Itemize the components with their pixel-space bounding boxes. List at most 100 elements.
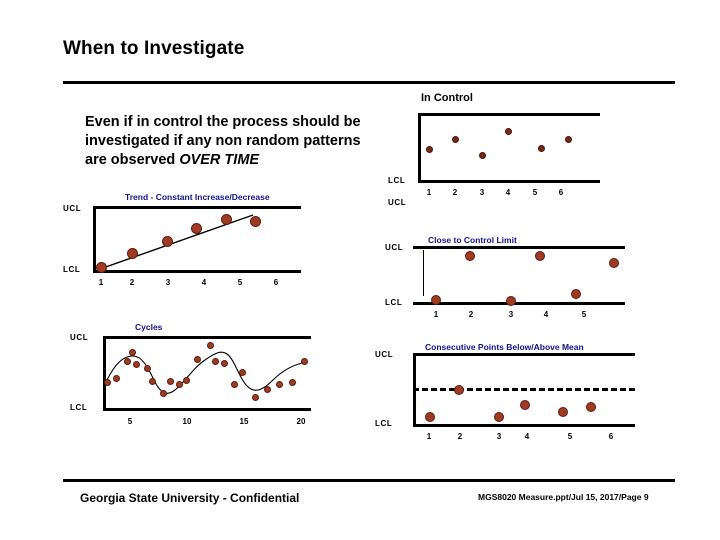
- ucl-line: [413, 246, 625, 249]
- x-tick: 1: [426, 432, 432, 441]
- data-point: [96, 262, 107, 273]
- data-point: [127, 248, 138, 259]
- data-point: [129, 349, 136, 356]
- lcl-line: [413, 302, 625, 305]
- x-tick: 1: [98, 278, 104, 287]
- data-point: [221, 214, 232, 225]
- data-point: [207, 342, 214, 349]
- data-point: [162, 236, 173, 247]
- x-tick: 2: [129, 278, 135, 287]
- page-title: When to Investigate: [63, 38, 245, 59]
- ucl-label: UCL: [388, 198, 407, 207]
- title-divider: [63, 81, 675, 84]
- ucl-label: UCL: [375, 350, 394, 359]
- data-point: [183, 377, 190, 384]
- data-point: [264, 386, 271, 393]
- data-point: [301, 358, 308, 365]
- data-point: [149, 378, 156, 385]
- x-tick: 3: [508, 310, 514, 319]
- x-tick: 5: [127, 417, 133, 426]
- x-tick: 3: [165, 278, 171, 287]
- x-tick: 4: [524, 432, 530, 441]
- data-point: [231, 381, 238, 388]
- x-tick: 5: [581, 310, 587, 319]
- slide: When to Investigate Even if in control t…: [0, 0, 720, 540]
- data-point: [565, 136, 572, 143]
- data-point: [191, 223, 202, 234]
- chart-trend: Trend - Constant Increase/Decrease UCL L…: [63, 192, 313, 297]
- data-point: [167, 378, 174, 385]
- data-point: [558, 407, 568, 417]
- data-point: [506, 296, 516, 306]
- x-tick: 15: [239, 417, 249, 426]
- y-axis: [418, 113, 421, 183]
- ucl-line: [418, 113, 600, 116]
- data-point: [494, 412, 504, 422]
- lcl-line: [418, 180, 600, 183]
- chart-consecutive-points: Consecutive Points Below/Above Mean UCL …: [375, 338, 640, 446]
- data-point: [609, 258, 619, 268]
- data-point: [426, 146, 433, 153]
- x-tick: 4: [543, 310, 549, 319]
- x-tick: 3: [479, 188, 485, 197]
- data-point: [194, 356, 201, 363]
- footer-left-text: Georgia State University - Confidential: [80, 491, 300, 505]
- lcl-line: [413, 424, 635, 427]
- data-point: [465, 251, 475, 261]
- x-tick: 10: [182, 417, 192, 426]
- data-point: [160, 390, 167, 397]
- data-point: [252, 394, 259, 401]
- body-text-emphasis: OVER TIME: [179, 152, 260, 168]
- footer-divider: [63, 479, 675, 482]
- data-point: [425, 412, 435, 422]
- data-point: [431, 295, 441, 305]
- x-tick: 1: [426, 188, 432, 197]
- lcl-label: LCL: [388, 176, 406, 185]
- data-point: [113, 375, 120, 382]
- data-point: [133, 361, 140, 368]
- data-point: [520, 400, 530, 410]
- x-tick: 2: [457, 432, 463, 441]
- x-tick: 5: [567, 432, 573, 441]
- x-tick: 20: [296, 417, 306, 426]
- data-point: [454, 385, 464, 395]
- data-point: [124, 358, 131, 365]
- data-point: [538, 145, 545, 152]
- data-point: [221, 360, 228, 367]
- chart-title: In Control: [421, 92, 473, 104]
- lcl-label: LCL: [375, 419, 393, 428]
- data-point: [176, 381, 183, 388]
- data-point: [239, 369, 246, 376]
- chart-title: Consecutive Points Below/Above Mean: [425, 342, 584, 352]
- body-text: Even if in control the process should be…: [85, 113, 385, 170]
- x-tick: 5: [237, 278, 243, 287]
- chart-close-to-control-limit: Close to Control Limit UCL LCL 1 2 3 4 5: [385, 234, 635, 334]
- data-point: [250, 216, 261, 227]
- x-tick: 6: [558, 188, 564, 197]
- x-tick: 2: [468, 310, 474, 319]
- x-tick: 3: [496, 432, 502, 441]
- chart-in-control: In Control UCL LCL 1 2 3 4 5 6: [388, 92, 600, 207]
- x-tick: 4: [505, 188, 511, 197]
- data-point: [479, 152, 486, 159]
- data-point: [276, 381, 283, 388]
- data-point: [571, 289, 581, 299]
- data-point: [104, 379, 111, 386]
- x-tick: 6: [273, 278, 279, 287]
- data-point: [452, 136, 459, 143]
- data-point: [586, 402, 596, 412]
- x-tick: 4: [201, 278, 207, 287]
- data-point: [289, 379, 296, 386]
- lcl-label: LCL: [385, 298, 403, 307]
- data-point: [144, 365, 151, 372]
- footer-right-text: MGS8020 Measure.ppt/Jul 15, 2017/Page 9: [478, 492, 649, 502]
- ucl-label: UCL: [385, 243, 404, 252]
- y-axis: [423, 250, 424, 296]
- ucl-line: [413, 353, 635, 356]
- data-point: [212, 358, 219, 365]
- x-tick: 1: [433, 310, 439, 319]
- x-tick: 5: [532, 188, 538, 197]
- chart-cycles: Cycles UCL LCL 5 10 15 20: [63, 320, 323, 435]
- data-point: [505, 128, 512, 135]
- x-tick: 6: [608, 432, 614, 441]
